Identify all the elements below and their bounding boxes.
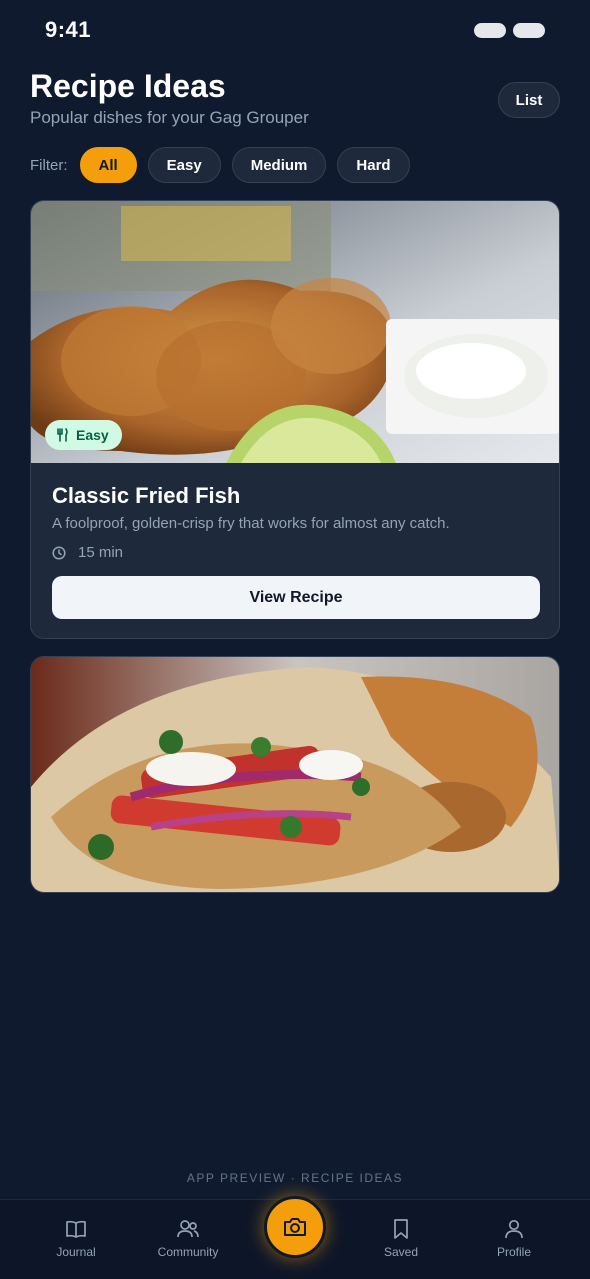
recipe-time-label: 15 min — [78, 544, 124, 561]
filter-chip-all[interactable]: All — [79, 147, 137, 183]
user-icon — [505, 1219, 523, 1239]
utensils-icon — [57, 428, 68, 442]
filter-label: Filter: — [30, 156, 68, 174]
filter-chip-easy[interactable]: Easy — [147, 147, 221, 183]
recipe-card[interactable] — [30, 656, 560, 893]
recipe-title: Classic Fried Fish — [52, 483, 241, 508]
nav-label-saved: Saved — [383, 1245, 419, 1259]
fish-tacos-photo — [31, 657, 559, 892]
status-bar: 9:41 — [0, 0, 590, 60]
bookmark-icon — [394, 1219, 408, 1239]
view-recipe-button[interactable]: View Recipe — [52, 576, 540, 619]
difficulty-label: Easy — [76, 427, 109, 443]
book-icon — [66, 1220, 86, 1238]
nav-item-saved[interactable]: Saved — [356, 1218, 446, 1259]
battery-indicator — [513, 23, 545, 38]
list-view-button[interactable]: List — [498, 82, 560, 118]
recipe-description: A foolproof, golden-crisp fry that works… — [52, 515, 450, 532]
filter-bar: Filter: All Easy Medium Hard — [30, 147, 421, 183]
page-title: Recipe Ideas — [30, 68, 226, 104]
page-subtitle: Popular dishes for your Gag Grouper — [30, 108, 309, 127]
filter-chip-medium[interactable]: Medium — [231, 147, 327, 183]
recipe-card[interactable]: Easy Classic Fried Fish A foolproof, gol… — [30, 200, 560, 639]
nav-item-community[interactable]: Community — [143, 1218, 233, 1259]
nav-label-journal: Journal — [56, 1245, 96, 1259]
difficulty-badge: Easy — [45, 420, 122, 450]
filter-chip-hard[interactable]: Hard — [337, 147, 410, 183]
nav-label-profile: Profile — [496, 1245, 531, 1259]
people-icon — [177, 1220, 199, 1238]
clock-icon — [52, 545, 66, 560]
nav-label-community: Community — [157, 1245, 219, 1259]
camera-button[interactable] — [264, 1196, 326, 1258]
nav-item-journal[interactable]: Journal — [31, 1218, 121, 1259]
signal-indicator — [474, 23, 506, 38]
camera-icon — [284, 1218, 306, 1236]
preview-caption: APP PREVIEW · RECIPE IDEAS — [186, 1171, 404, 1185]
nav-item-profile[interactable]: Profile — [469, 1218, 559, 1259]
recipe-time: 15 min — [52, 544, 123, 561]
status-time: 9:41 — [45, 17, 92, 42]
